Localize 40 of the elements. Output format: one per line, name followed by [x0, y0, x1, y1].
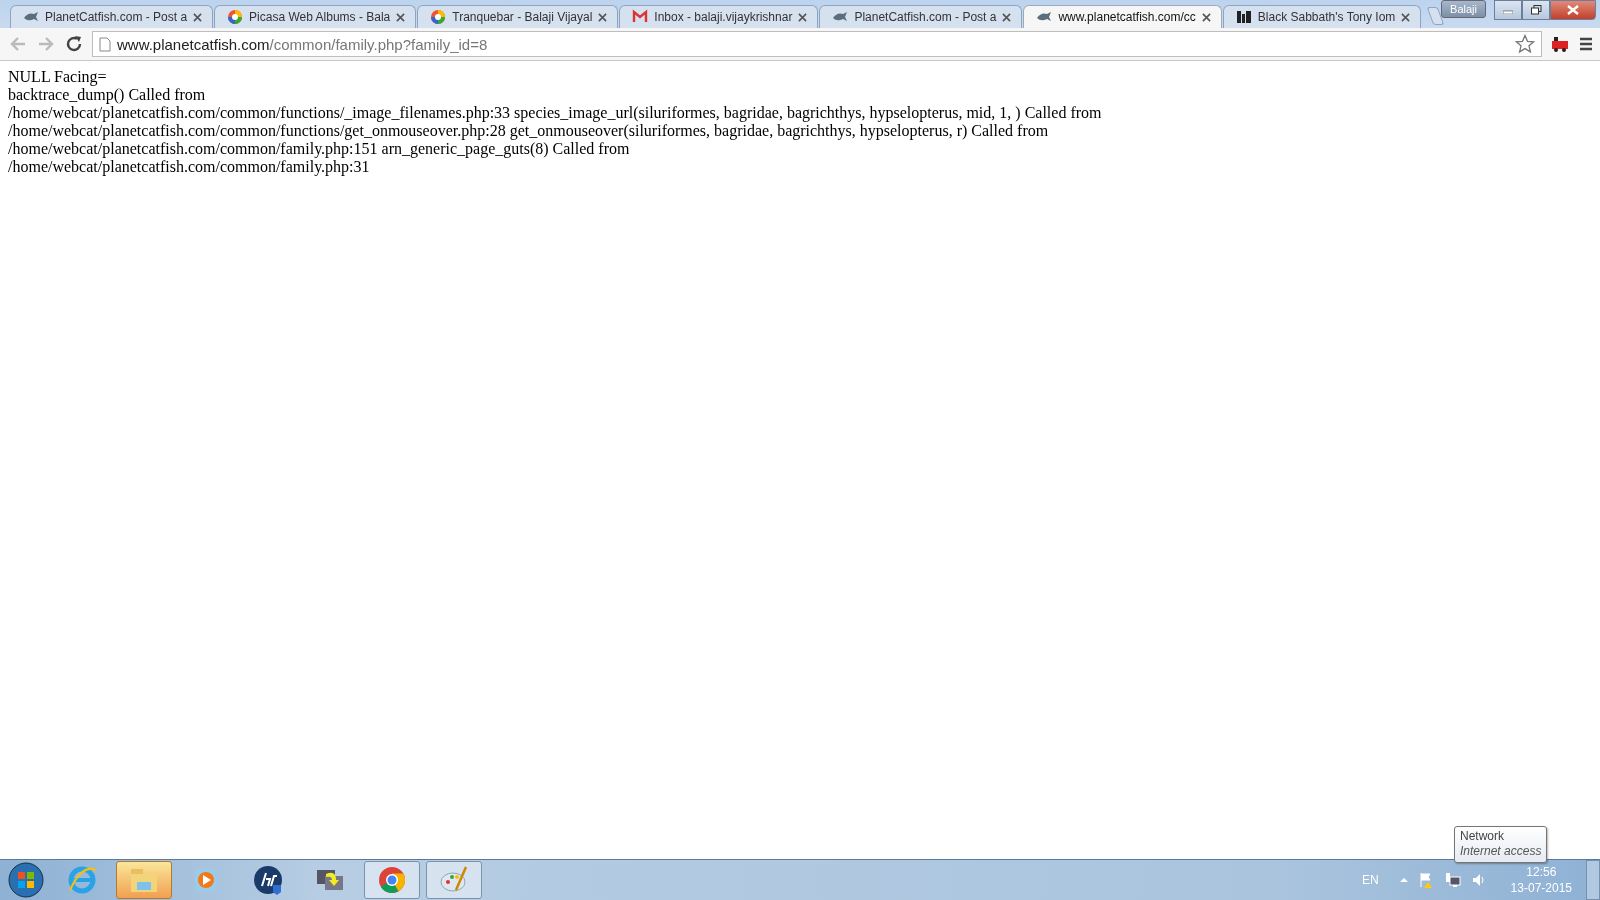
close-icon[interactable]: [193, 12, 203, 22]
train-icon[interactable]: [1550, 35, 1570, 53]
logo-icon: [1235, 9, 1252, 25]
start-button[interactable]: [6, 861, 46, 899]
reload-icon[interactable]: [64, 34, 84, 54]
close-icon[interactable]: [598, 12, 608, 22]
browser-tab[interactable]: Tranquebar - Balaji Vijayal: [417, 5, 619, 28]
page-icon: [99, 36, 111, 52]
close-icon[interactable]: [1401, 12, 1411, 22]
error-text-line: backtrace_dump() Called from: [8, 86, 207, 104]
star-icon[interactable]: [1515, 34, 1535, 54]
close-icon[interactable]: [1201, 12, 1211, 22]
browser-tab[interactable]: www.planetcatfish.com/cc: [1023, 5, 1222, 28]
menu-icon[interactable]: [1578, 36, 1594, 52]
close-icon: [1567, 5, 1579, 15]
close-icon[interactable]: [1002, 12, 1012, 22]
pinwheel-icon: [227, 9, 244, 25]
close-button[interactable]: [1550, 0, 1596, 20]
pinwheel-icon: [430, 9, 447, 25]
error-text-line: /home/webcat/planetcatfish.com/common/family.php:151 arn_generic_page_guts(8) Called from: [8, 140, 631, 158]
hp-app-icon: [252, 864, 284, 896]
close-icon[interactable]: [396, 12, 406, 22]
browser-tab[interactable]: Picasa Web Albums - Bala: [214, 5, 417, 28]
address-bar[interactable]: www.planetcatfish.com/common/family.php?family_id=8: [92, 31, 1542, 57]
network-tooltip: Network Internet access: [1454, 826, 1548, 863]
restore-icon: [1530, 5, 1542, 15]
error-text-line: /home/webcat/planetcatfish.com/common/family.php:31: [8, 158, 371, 176]
mail-icon: [632, 9, 649, 25]
browser-tab[interactable]: Black Sabbath's Tony Iom: [1222, 5, 1422, 28]
error-text-line: NULL Facing=: [8, 68, 108, 86]
error-text-line: /home/webcat/planetcatfish.com/common/functions/_image_filenames.php:33 species_image_url(siluriformes, bagridae, bagrichthys, hypselopterus, mid, 1, ) Called from: [8, 104, 1103, 122]
chrome-app-icon: [376, 864, 408, 896]
close-icon[interactable]: [798, 12, 808, 22]
error-text-line: /home/webcat/planetcatfish.com/common/functions/get_onmouseover.php:28 get_onmouseover(siluriformes, bagridae, bagrichthys, hypselopterus, r) Called from: [8, 122, 1050, 140]
browser-tab[interactable]: PlanetCatfish.com - Post a: [819, 5, 1023, 28]
restore-button[interactable]: [1522, 0, 1550, 20]
network-icon[interactable]: [1444, 872, 1461, 888]
browser-tab[interactable]: Inbox - balaji.vijaykrishnar: [619, 5, 819, 28]
ie-app-icon: [66, 864, 98, 896]
browser-tab[interactable]: PlanetCatfish.com - Post a: [10, 5, 214, 28]
